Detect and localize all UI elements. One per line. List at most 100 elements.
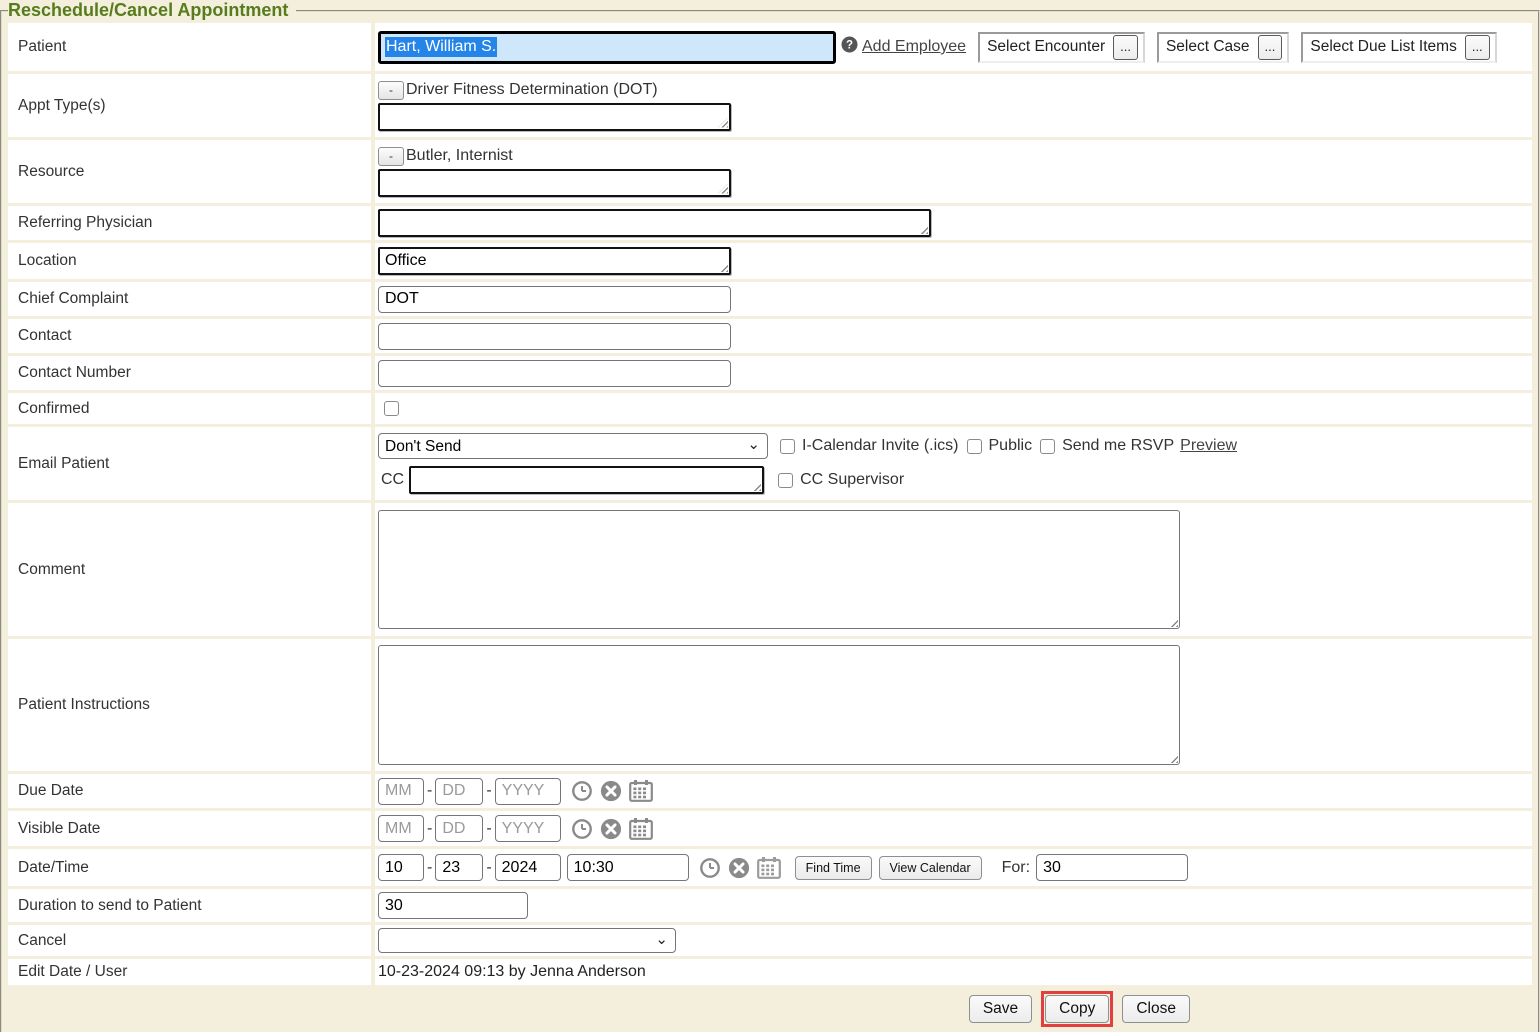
- icalendar-invite-checkbox[interactable]: [780, 439, 795, 454]
- icalendar-invite-label: I-Calendar Invite (.ics): [802, 437, 959, 455]
- due-date-label: Due Date: [8, 774, 371, 808]
- comment-textarea[interactable]: [378, 510, 1180, 629]
- remove-appt-type-button[interactable]: -: [378, 81, 404, 100]
- appointment-form: Reschedule/Cancel Appointment Patient Ha…: [0, 0, 1540, 1032]
- due-date-value-cell: - -: [375, 774, 1532, 808]
- contact-row: Contact: [8, 319, 1532, 353]
- cancel-label: Cancel: [8, 925, 371, 956]
- select-case-group: Select Case ...: [1157, 32, 1289, 63]
- confirmed-value-cell: [375, 393, 1532, 424]
- chief-complaint-input[interactable]: [378, 286, 731, 313]
- due-date-clock-icon[interactable]: [571, 780, 593, 802]
- resize-grip-icon[interactable]: [1168, 753, 1178, 763]
- resize-grip-icon[interactable]: [718, 118, 728, 128]
- select-due-list-button[interactable]: ...: [1465, 35, 1490, 60]
- add-employee-link[interactable]: Add Employee: [862, 38, 966, 56]
- due-date-day-input[interactable]: [435, 778, 483, 805]
- preview-link[interactable]: Preview: [1180, 437, 1237, 455]
- for-duration-input[interactable]: [1036, 854, 1188, 881]
- save-button[interactable]: Save: [969, 995, 1032, 1023]
- copy-button[interactable]: Copy: [1045, 995, 1109, 1023]
- due-date-clear-icon[interactable]: [600, 780, 622, 802]
- contact-input[interactable]: [378, 323, 731, 350]
- visible-date-day-input[interactable]: [435, 815, 483, 842]
- select-due-list-group: Select Due List Items ...: [1301, 32, 1496, 63]
- patient-value-cell: Hart, William S. ? Add Employee Select E…: [375, 23, 1532, 71]
- due-date-year-input[interactable]: [495, 778, 561, 805]
- email-patient-label: Email Patient: [8, 427, 371, 500]
- public-checkbox[interactable]: [967, 439, 982, 454]
- resource-input[interactable]: [378, 169, 731, 197]
- view-calendar-button[interactable]: View Calendar: [879, 856, 982, 880]
- send-me-rsvp-checkbox[interactable]: [1040, 439, 1055, 454]
- location-value-cell: Office: [375, 243, 1532, 279]
- remove-resource-button[interactable]: -: [378, 147, 404, 166]
- duration-input[interactable]: [378, 892, 528, 919]
- location-row: Location Office: [8, 243, 1532, 279]
- patient-instructions-row: Patient Instructions: [8, 639, 1532, 771]
- select-due-list-label: Select Due List Items: [1310, 38, 1456, 56]
- resource-label: Resource: [8, 140, 371, 203]
- contact-label: Contact: [8, 319, 371, 353]
- patient-instructions-value-cell: [375, 639, 1532, 771]
- date-time-month-input[interactable]: [378, 854, 424, 881]
- due-date-month-input[interactable]: [378, 778, 424, 805]
- visible-date-clock-icon[interactable]: [571, 818, 593, 840]
- location-input[interactable]: Office: [378, 247, 731, 275]
- date-time-time-input[interactable]: [567, 854, 689, 881]
- cc-label: CC: [381, 471, 404, 489]
- select-case-button[interactable]: ...: [1258, 35, 1283, 60]
- resize-grip-icon[interactable]: [718, 184, 728, 194]
- cc-supervisor-label: CC Supervisor: [800, 471, 904, 489]
- appt-type-value-cell: - Driver Fitness Determination (DOT): [375, 74, 1532, 137]
- contact-number-row: Contact Number: [8, 356, 1532, 390]
- date-time-calendar-icon[interactable]: [757, 857, 781, 879]
- visible-date-value-cell: - -: [375, 811, 1532, 846]
- confirmed-checkbox[interactable]: [384, 401, 399, 416]
- resize-grip-icon[interactable]: [718, 262, 728, 272]
- resize-grip-icon[interactable]: [918, 224, 928, 234]
- select-encounter-label: Select Encounter: [987, 38, 1105, 56]
- help-icon[interactable]: ?: [841, 36, 858, 58]
- visible-date-clear-icon[interactable]: [600, 818, 622, 840]
- chief-complaint-label: Chief Complaint: [8, 282, 371, 316]
- visible-date-year-input[interactable]: [495, 815, 561, 842]
- cc-input[interactable]: [409, 466, 764, 494]
- due-date-row: Due Date - -: [8, 774, 1532, 808]
- contact-value-cell: [375, 319, 1532, 353]
- due-date-calendar-icon[interactable]: [629, 780, 653, 802]
- close-button[interactable]: Close: [1122, 995, 1190, 1023]
- date-time-day-input[interactable]: [435, 854, 483, 881]
- email-send-select[interactable]: Don't Send: [378, 433, 768, 459]
- date-time-clock-icon[interactable]: [699, 857, 721, 879]
- edit-date-value-cell: 10-23-2024 09:13 by Jenna Anderson: [375, 959, 1532, 985]
- contact-number-input[interactable]: [378, 360, 731, 387]
- patient-instructions-textarea[interactable]: [378, 645, 1180, 765]
- appt-type-input[interactable]: [378, 103, 731, 131]
- patient-row: Patient Hart, William S. ? Add Employee …: [8, 23, 1532, 71]
- resource-selected: Butler, Internist: [406, 147, 513, 165]
- date-time-year-input[interactable]: [495, 854, 561, 881]
- visible-date-calendar-icon[interactable]: [629, 818, 653, 840]
- date-time-value-cell: - - Find Time View Calendar For:: [375, 849, 1532, 886]
- contact-number-value-cell: [375, 356, 1532, 390]
- resource-value-cell: - Butler, Internist: [375, 140, 1532, 203]
- referring-physician-input[interactable]: [378, 209, 931, 237]
- cancel-reason-select[interactable]: [378, 928, 676, 953]
- patient-input[interactable]: Hart, William S.: [378, 31, 836, 64]
- visible-date-month-input[interactable]: [378, 815, 424, 842]
- footer-button-bar: Save Copy Close: [8, 985, 1532, 1027]
- resize-grip-icon[interactable]: [1168, 617, 1178, 627]
- cc-supervisor-checkbox[interactable]: [778, 473, 793, 488]
- appt-type-row: Appt Type(s) - Driver Fitness Determinat…: [8, 74, 1532, 137]
- patient-instructions-label: Patient Instructions: [8, 639, 371, 771]
- select-encounter-group: Select Encounter ...: [978, 32, 1145, 63]
- date-time-clear-icon[interactable]: [728, 857, 750, 879]
- cancel-row: Cancel: [8, 925, 1532, 956]
- duration-label: Duration to send to Patient: [8, 889, 371, 922]
- appt-type-selected: Driver Fitness Determination (DOT): [406, 81, 658, 99]
- select-encounter-button[interactable]: ...: [1113, 35, 1138, 60]
- confirmed-row: Confirmed: [8, 393, 1532, 424]
- resize-grip-icon[interactable]: [751, 481, 761, 491]
- find-time-button[interactable]: Find Time: [795, 856, 872, 880]
